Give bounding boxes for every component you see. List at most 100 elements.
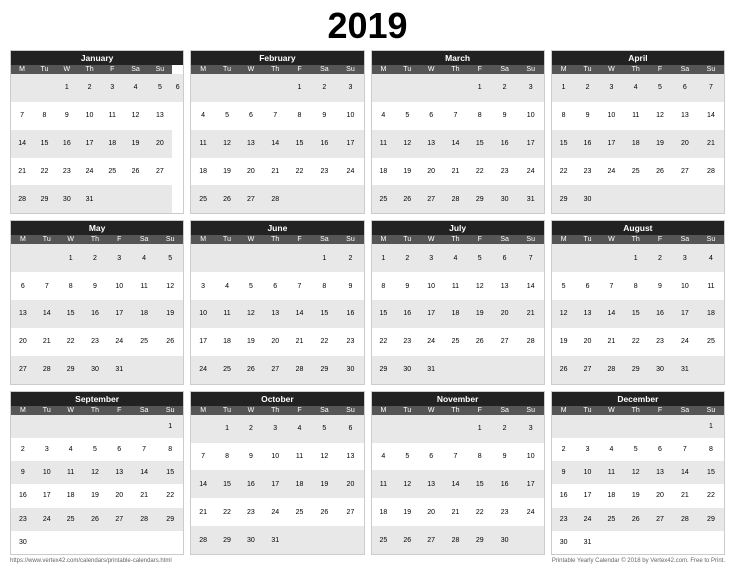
calendar-day: 25 (131, 328, 157, 356)
calendar-day: 20 (672, 130, 698, 158)
calendar-day: 19 (215, 158, 239, 186)
month-header: June (191, 221, 363, 235)
calendar-day: 20 (419, 498, 443, 526)
calendar-day (623, 415, 648, 438)
calendar-day: 29 (468, 185, 492, 213)
calendar-day: 31 (107, 356, 131, 384)
calendar-day: 30 (11, 531, 35, 554)
calendar-day: 4 (123, 74, 147, 102)
year-title: 2019 (10, 8, 725, 44)
calendar-day: 16 (575, 130, 599, 158)
day-header: Tu (395, 235, 419, 244)
calendar-day: 21 (698, 130, 724, 158)
calendar-day: 16 (11, 484, 35, 507)
calendar-day: 17 (35, 484, 59, 507)
calendar-day: 15 (468, 130, 492, 158)
calendar-day: 31 (78, 185, 101, 213)
calendar-day: 23 (575, 158, 599, 186)
calendar-day: 24 (35, 508, 59, 531)
calendar-day: 28 (35, 356, 59, 384)
day-header: Tu (35, 235, 59, 244)
calendar-day (157, 356, 183, 384)
calendar-day: 19 (311, 470, 337, 498)
day-header: Th (623, 65, 648, 74)
calendar-day: 19 (157, 300, 183, 328)
calendar-day: 23 (648, 328, 672, 356)
calendar-day: 10 (263, 443, 288, 471)
calendar-day (600, 185, 624, 213)
calendar-day: 30 (239, 526, 263, 554)
calendar-day: 9 (648, 272, 672, 300)
calendar-day: 18 (191, 158, 215, 186)
calendar-day: 23 (11, 508, 35, 531)
calendar-day: 22 (468, 158, 492, 186)
calendar-day: 11 (372, 130, 396, 158)
calendar-day (101, 185, 123, 213)
calendar-day: 26 (311, 498, 337, 526)
calendar-day: 11 (372, 470, 396, 498)
calendar-day: 12 (552, 300, 576, 328)
day-header: Tu (575, 406, 599, 415)
day-header: Th (623, 406, 648, 415)
calendar-day: 14 (443, 470, 468, 498)
calendar-day: 11 (131, 272, 157, 300)
calendar-day (648, 415, 672, 438)
calendar-day: 13 (419, 130, 443, 158)
day-header: M (191, 235, 215, 244)
calendar-day: 30 (648, 356, 672, 384)
calendar-day: 20 (263, 328, 288, 356)
calendar-day: 30 (56, 185, 78, 213)
calendar-day (372, 415, 396, 443)
calendar-day: 16 (337, 300, 363, 328)
day-header: Sa (311, 406, 337, 415)
calendar-day: 13 (648, 461, 672, 484)
calendar-day: 18 (131, 300, 157, 328)
calendar-day: 14 (672, 461, 698, 484)
calendar-day: 11 (101, 102, 123, 130)
calendar-day: 10 (600, 102, 624, 130)
day-header: Sa (131, 235, 157, 244)
calendar-day: 1 (698, 415, 724, 438)
calendar-day: 18 (372, 498, 396, 526)
calendar-day: 4 (215, 272, 239, 300)
calendar-day: 23 (492, 158, 518, 186)
calendar-day: 22 (372, 328, 396, 356)
month-header: October (191, 392, 363, 406)
calendar-day: 16 (83, 300, 108, 328)
calendar-day: 18 (288, 470, 312, 498)
calendar-day (419, 415, 443, 443)
calendar-day: 6 (107, 438, 131, 461)
month-calendar-june: JuneMTuWThFSaSu1234567891011121314151617… (190, 220, 364, 384)
calendar-day: 4 (131, 244, 157, 272)
month-header: May (11, 221, 183, 235)
calendar-day: 24 (672, 328, 698, 356)
calendar-day: 2 (239, 415, 263, 443)
month-calendar-july: JulyMTuWThFSaSu1234567891011121314151617… (371, 220, 545, 384)
calendar-day: 15 (468, 470, 492, 498)
calendar-day: 4 (443, 244, 468, 272)
day-header: Th (263, 406, 288, 415)
day-header: Su (157, 235, 183, 244)
month-calendar-august: AugustMTuWThFSaSu12345678910111213141516… (551, 220, 725, 384)
calendar-day: 13 (575, 300, 599, 328)
calendar-day: 16 (311, 130, 337, 158)
calendar-day: 25 (59, 508, 83, 531)
day-header: Sa (311, 65, 337, 74)
month-table: MTuWThFSaSu12345678910111213141516171819… (552, 235, 724, 383)
calendar-day: 20 (492, 300, 518, 328)
calendar-day: 10 (518, 102, 544, 130)
day-header: M (552, 65, 576, 74)
calendar-day: 17 (518, 470, 544, 498)
calendar-day: 8 (288, 102, 312, 130)
calendar-day (698, 356, 724, 384)
calendar-day: 30 (492, 526, 518, 554)
calendar-day (648, 531, 672, 554)
calendar-day (419, 74, 443, 102)
calendar-day: 2 (648, 244, 672, 272)
calendar-day: 16 (239, 470, 263, 498)
calendar-day: 4 (288, 415, 312, 443)
calendar-day: 24 (600, 158, 624, 186)
calendar-day (698, 185, 724, 213)
calendar-day: 30 (575, 185, 599, 213)
calendar-day: 19 (83, 484, 108, 507)
